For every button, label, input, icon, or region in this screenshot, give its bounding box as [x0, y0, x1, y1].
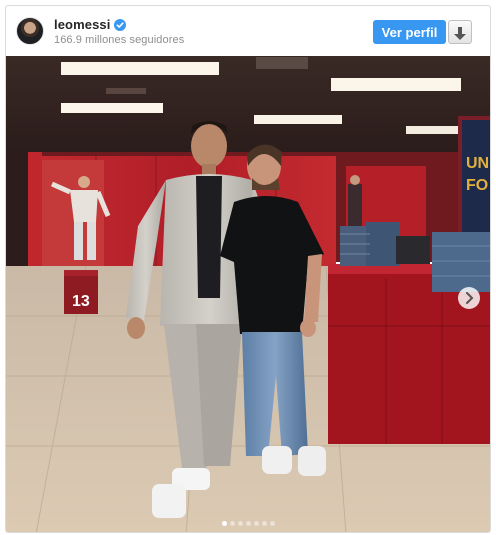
username-row: leomessi	[54, 16, 184, 32]
user-info: leomessi 166.9 millones seguidores	[54, 16, 185, 47]
ceiling-light	[254, 115, 342, 124]
ceiling-light	[61, 103, 163, 113]
wall-text-line-2: FO	[466, 177, 488, 194]
carousel-dot[interactable]	[221, 521, 227, 526]
carousel-dot[interactable]	[237, 521, 243, 526]
post-photo[interactable]: UNI FO 13	[6, 56, 490, 532]
carousel-dot[interactable]	[253, 521, 259, 526]
carousel-dot[interactable]	[229, 521, 235, 526]
jersey-number: 13	[72, 293, 90, 310]
username[interactable]: leomessi	[54, 17, 110, 32]
ceiling-light	[61, 62, 219, 75]
carousel-dot[interactable]	[245, 521, 251, 526]
post-header: leomessi 166.9 millones seguidores Ver p…	[6, 6, 490, 56]
carousel-dot[interactable]	[261, 521, 267, 526]
player-poster	[42, 160, 111, 272]
verified-badge-icon	[114, 18, 127, 31]
wall-text-line-1: UNI	[466, 155, 490, 172]
download-icon[interactable]	[448, 20, 472, 44]
ceiling-light	[331, 78, 461, 91]
avatar[interactable]	[16, 17, 44, 45]
chevron-right-icon	[466, 292, 474, 304]
follower-count: 166.9 millones seguidores	[54, 34, 185, 46]
carousel-next-button[interactable]	[458, 287, 480, 309]
carousel-indicator	[6, 521, 490, 526]
carousel-dot[interactable]	[269, 521, 275, 526]
instagram-embed: leomessi 166.9 millones seguidores Ver p…	[5, 5, 491, 533]
view-profile-button[interactable]: Ver perfil	[373, 20, 446, 44]
